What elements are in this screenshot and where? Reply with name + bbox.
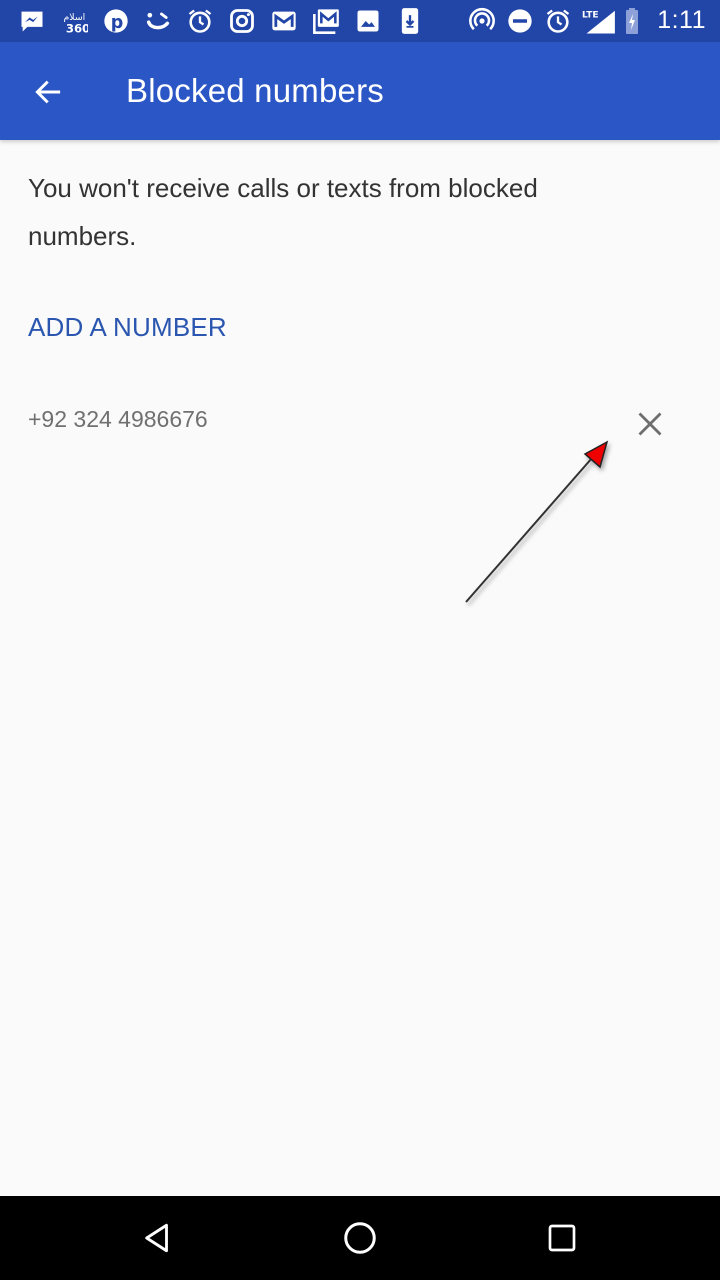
description-text: You won't receive calls or texts from bl… — [28, 173, 538, 251]
pinterest-icon: p — [102, 7, 130, 35]
svg-text:p: p — [111, 13, 124, 33]
alarm-icon — [186, 7, 214, 35]
battery-charging-icon — [622, 7, 642, 35]
app-bar: Blocked numbers — [0, 42, 720, 140]
gmail-icon — [270, 7, 298, 35]
do-not-disturb-icon — [506, 7, 534, 35]
lte-signal-icon: LTE — [582, 7, 616, 35]
gmail-stack-icon — [312, 7, 340, 35]
nav-back-button[interactable] — [134, 1214, 182, 1262]
islam360-icon: ﺍﺳﻼﻡ 360 — [60, 7, 89, 35]
nav-recents-button[interactable] — [538, 1214, 586, 1262]
svg-text:LTE: LTE — [582, 11, 599, 21]
add-number-button[interactable]: ADD A NUMBER — [28, 312, 227, 343]
download-icon — [396, 7, 424, 35]
close-icon — [638, 412, 662, 436]
nav-home-button[interactable] — [336, 1214, 384, 1262]
gallery-icon — [354, 7, 382, 35]
alarm-icon — [544, 7, 572, 35]
system-nav-bar — [0, 1196, 720, 1280]
back-triangle-icon — [145, 1223, 168, 1253]
svg-text:360: 360 — [66, 22, 88, 35]
arrow-left-icon — [35, 80, 61, 104]
smile-app-icon — [144, 7, 172, 35]
annotation-arrow — [465, 440, 609, 603]
home-circle-icon — [344, 1222, 376, 1254]
blocked-number: +92 324 4986676 — [28, 406, 208, 432]
hotspot-icon — [468, 7, 496, 35]
page-title: Blocked numbers — [126, 72, 384, 109]
back-button[interactable] — [20, 64, 76, 120]
arrow-shaft — [465, 457, 593, 603]
status-bar: ﺍﺳﻼﻡ 360 p LTE 1:11 — [0, 0, 720, 42]
clock: 1:11 — [657, 6, 706, 34]
recents-square-icon — [548, 1224, 576, 1252]
instagram-icon — [228, 7, 256, 35]
messenger-icon — [18, 7, 46, 35]
